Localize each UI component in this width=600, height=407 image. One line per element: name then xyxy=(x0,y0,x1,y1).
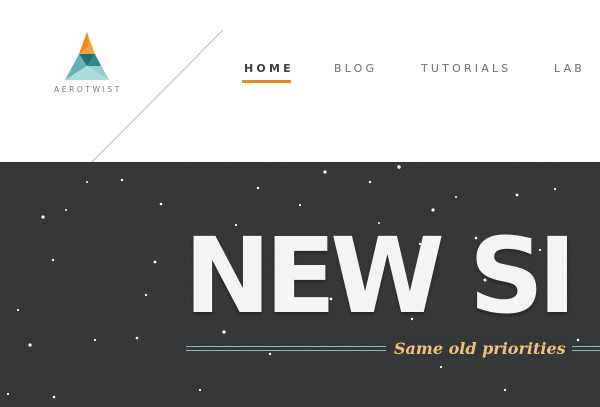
nav-item-blog[interactable]: BLOG xyxy=(334,62,377,75)
active-nav-indicator xyxy=(242,80,291,83)
nav-item-lab[interactable]: LAB xyxy=(554,62,585,75)
nav-item-home[interactable]: HOME xyxy=(244,62,294,75)
hero-banner: NEW SI Same old priorities xyxy=(0,162,600,407)
page: AEROTWIST HOME BLOG TUTORIALS LAB NEW SI… xyxy=(0,0,600,407)
hero-headline: NEW SI xyxy=(184,215,577,337)
site-header: AEROTWIST HOME BLOG TUTORIALS LAB xyxy=(0,0,600,162)
hero-tagline: Same old priorities xyxy=(388,339,572,359)
nav-item-tutorials[interactable]: TUTORIALS xyxy=(421,62,511,75)
main-nav: HOME BLOG TUTORIALS LAB xyxy=(0,62,600,92)
